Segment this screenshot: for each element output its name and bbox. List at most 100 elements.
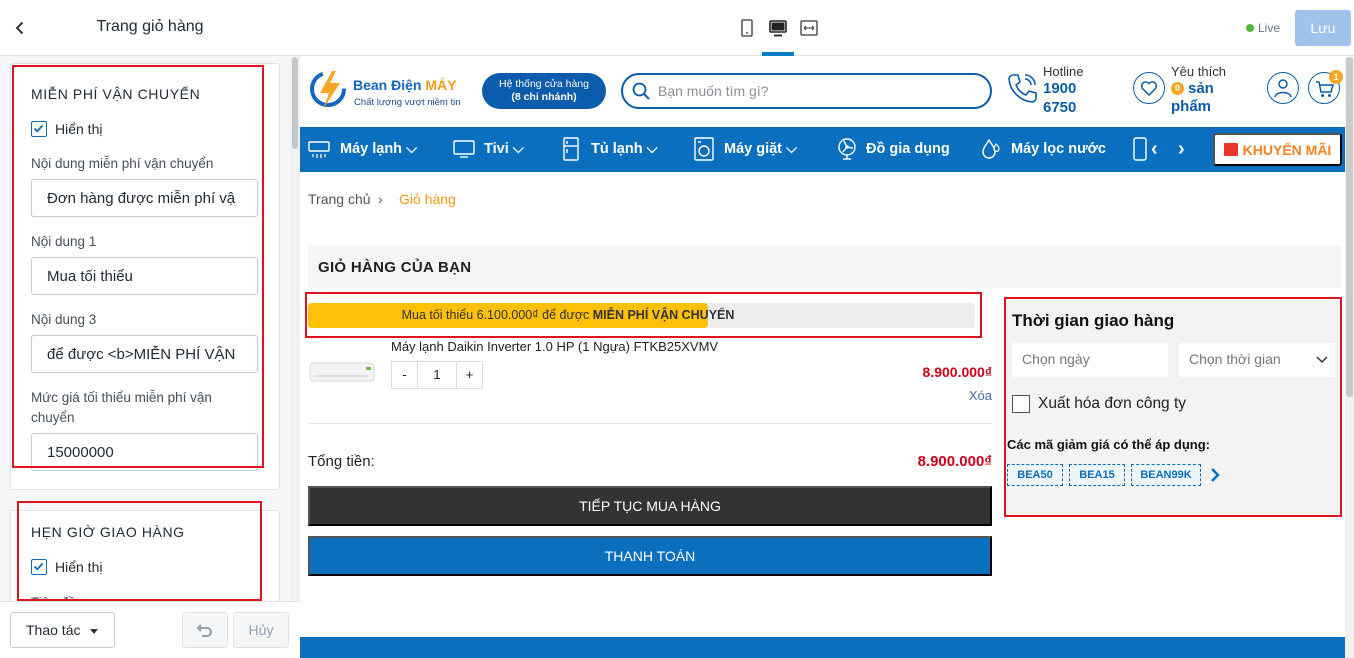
- free-shipping-content-input[interactable]: Đơn hàng được miễn phí vậ: [31, 179, 258, 217]
- checkout-button[interactable]: THANH TOÁN: [308, 536, 992, 576]
- min-price-label: Mức giá tối thiểu miễn phí vận chuyển: [31, 390, 212, 425]
- washing-machine-icon: [694, 137, 714, 161]
- caret-down-icon: [90, 628, 99, 634]
- coupon-code[interactable]: BEA15: [1069, 464, 1125, 486]
- coupon-code[interactable]: BEAN99K: [1131, 464, 1201, 486]
- min-price-input[interactable]: 15000000: [31, 433, 258, 471]
- live-status-dot: [1246, 24, 1254, 32]
- continue-shopping-button[interactable]: TIẾP TỤC MUA HÀNG: [308, 486, 992, 526]
- wishlist-text-line2: phẩm: [1171, 98, 1212, 115]
- delivery-schedule-show-label: Hiển thị: [55, 559, 103, 575]
- company-invoice-checkbox[interactable]: [1012, 395, 1030, 413]
- content1-label: Nội dung 1: [31, 234, 97, 249]
- cart-title: GIỎ HÀNG CỦA BẠN: [318, 259, 472, 276]
- total-label: Tổng tiền:: [308, 453, 375, 470]
- product-name-link[interactable]: Máy lạnh Daikin Inverter 1.0 HP (1 Ngựa)…: [391, 339, 718, 354]
- cancel-button[interactable]: Hủy: [233, 612, 289, 648]
- quantity-input[interactable]: 1: [418, 362, 456, 388]
- hotline-number-line2: 6750: [1043, 99, 1077, 116]
- active-view-indicator: [762, 52, 794, 56]
- delivery-title: Thời gian giao hàng: [1012, 311, 1175, 330]
- gift-icon: [1223, 142, 1238, 156]
- delivery-time-select[interactable]: Chọn thời gian: [1179, 343, 1335, 377]
- store-system-label: Hệ thống cửa hàng: [499, 78, 589, 90]
- nav-item-do-gia-dung[interactable]: Đồ gia dụng: [866, 141, 950, 157]
- chevron-down-icon: ⌵: [406, 141, 418, 157]
- category-navbar: Máy lạnh ⌵ Tivi ⌵ Tủ lạnh ⌵ Máy giặt ⌵ Đ…: [300, 127, 1345, 172]
- coupon-code[interactable]: BEA50: [1007, 464, 1063, 486]
- chevron-down-icon: ⌵: [512, 141, 524, 157]
- breadcrumb-current: Giỏ hàng: [399, 191, 456, 207]
- phone-icon: [1008, 74, 1037, 103]
- delivery-date-picker[interactable]: Chọn ngày: [1012, 343, 1168, 377]
- wishlist-text-line1: sản: [1188, 80, 1214, 97]
- free-shipping-show-label: Hiển thị: [55, 121, 103, 137]
- nav-item-may-giat[interactable]: Máy giặt ⌵: [724, 141, 797, 157]
- chevron-right-icon[interactable]: [1209, 467, 1221, 483]
- company-invoice-label: Xuất hóa đơn công ty: [1038, 395, 1187, 412]
- nav-item-tu-lanh[interactable]: Tủ lạnh ⌵: [591, 141, 658, 157]
- nav-item-tivi[interactable]: Tivi ⌵: [484, 141, 524, 157]
- promotion-button[interactable]: KHUYẾN MÃI: [1213, 133, 1342, 166]
- mobile-view-icon[interactable]: [737, 18, 757, 38]
- free-shipping-progress-text: Mua tối thiểu 6.100.000₫ để được MIỄN PH…: [401, 308, 735, 322]
- phone-device-icon: [1133, 137, 1147, 161]
- delivery-schedule-title: HẸN GIỜ GIAO HÀNG: [31, 524, 185, 540]
- delivery-schedule-show-checkbox[interactable]: [31, 559, 47, 575]
- actions-dropdown-button[interactable]: Thao tác: [10, 612, 115, 648]
- nav-next-icon[interactable]: ›: [1178, 138, 1185, 161]
- sidebar-scrollbar[interactable]: [290, 57, 300, 601]
- sidebar-header: Trang giỏ hàng: [0, 0, 300, 56]
- delivery-time-panel: Thời gian giao hàng Chọn ngày Chọn thời …: [1006, 300, 1342, 516]
- quantity-increase-button[interactable]: +: [456, 362, 482, 388]
- breadcrumb-home-link[interactable]: Trang chủ: [308, 191, 371, 207]
- store-system-count: (8 chi nhánh): [511, 91, 577, 103]
- undo-icon: [196, 624, 212, 637]
- chevron-down-icon: ⌵: [786, 141, 798, 157]
- cart-count-badge: 1: [1329, 70, 1343, 84]
- nav-prev-icon[interactable]: ‹: [1151, 138, 1158, 161]
- quantity-stepper: - 1 +: [391, 361, 483, 389]
- sidebar-title: Trang giỏ hàng: [96, 18, 204, 35]
- search-icon[interactable]: [631, 81, 651, 101]
- fullwidth-view-icon[interactable]: [799, 18, 819, 38]
- content1-input[interactable]: Mua tối thiểu: [31, 257, 258, 295]
- undo-button[interactable]: [182, 612, 228, 648]
- air-conditioner-icon: [308, 141, 330, 158]
- sidebar-scroll-area: MIỄN PHÍ VẬN CHUYỂN Hiển thị Nội dung mi…: [0, 57, 290, 601]
- preview-scrollbar[interactable]: [1345, 57, 1354, 658]
- search-placeholder: Bạn muốn tìm gì?: [658, 83, 769, 99]
- nav-item-may-loc-nuoc[interactable]: Máy lọc nước: [1011, 141, 1106, 157]
- nav-item-may-lanh[interactable]: Máy lạnh ⌵: [340, 141, 417, 157]
- user-account-icon[interactable]: [1267, 72, 1299, 104]
- content3-input[interactable]: để được <b>MIỄN PHÍ VẬN: [31, 335, 258, 373]
- sidebar-footer: Thao tác Hủy: [0, 601, 300, 658]
- wishlist-label: Yêu thích: [1171, 64, 1226, 79]
- store-preview: Bean Điện MÁY Chất lượng vượt niềm tin H…: [300, 57, 1354, 658]
- product-thumbnail[interactable]: [308, 357, 376, 387]
- product-price: 8.900.000₫: [922, 364, 992, 380]
- wishlist-count-badge: 0: [1171, 82, 1184, 95]
- site-footer-bar: [300, 637, 1345, 658]
- delivery-schedule-card: HẸN GIỜ GIAO HÀNG Hiển thị Tiêu đề: [10, 510, 280, 601]
- desktop-view-icon[interactable]: [768, 18, 788, 38]
- editor-topbar: Live Lưu: [300, 0, 1354, 56]
- free-shipping-content-label: Nội dung miễn phí vận chuyển: [31, 156, 214, 171]
- search-input[interactable]: Bạn muốn tìm gì?: [621, 73, 992, 109]
- remove-item-link[interactable]: Xóa: [960, 388, 992, 403]
- tv-icon: [453, 140, 475, 158]
- free-shipping-show-checkbox[interactable]: [31, 121, 47, 137]
- actions-label: Thao tác: [26, 622, 81, 638]
- quantity-decrease-button[interactable]: -: [392, 362, 418, 388]
- fan-icon: [838, 138, 856, 160]
- logo-title: Bean Điện MÁY: [353, 77, 457, 93]
- cart-divider: [308, 423, 992, 424]
- store-system-button[interactable]: Hệ thống cửa hàng (8 chi nhánh): [482, 73, 606, 109]
- save-button[interactable]: Lưu: [1295, 10, 1351, 46]
- chevron-down-icon: ⌵: [646, 141, 658, 157]
- sidebar-scrollbar-thumb[interactable]: [292, 57, 298, 149]
- preview-scrollbar-thumb[interactable]: [1346, 57, 1353, 397]
- breadcrumb-separator-icon: ›: [378, 191, 383, 207]
- cart-header: GIỎ HÀNG CỦA BẠN: [308, 246, 1342, 288]
- hotline-label: Hotline: [1043, 64, 1084, 79]
